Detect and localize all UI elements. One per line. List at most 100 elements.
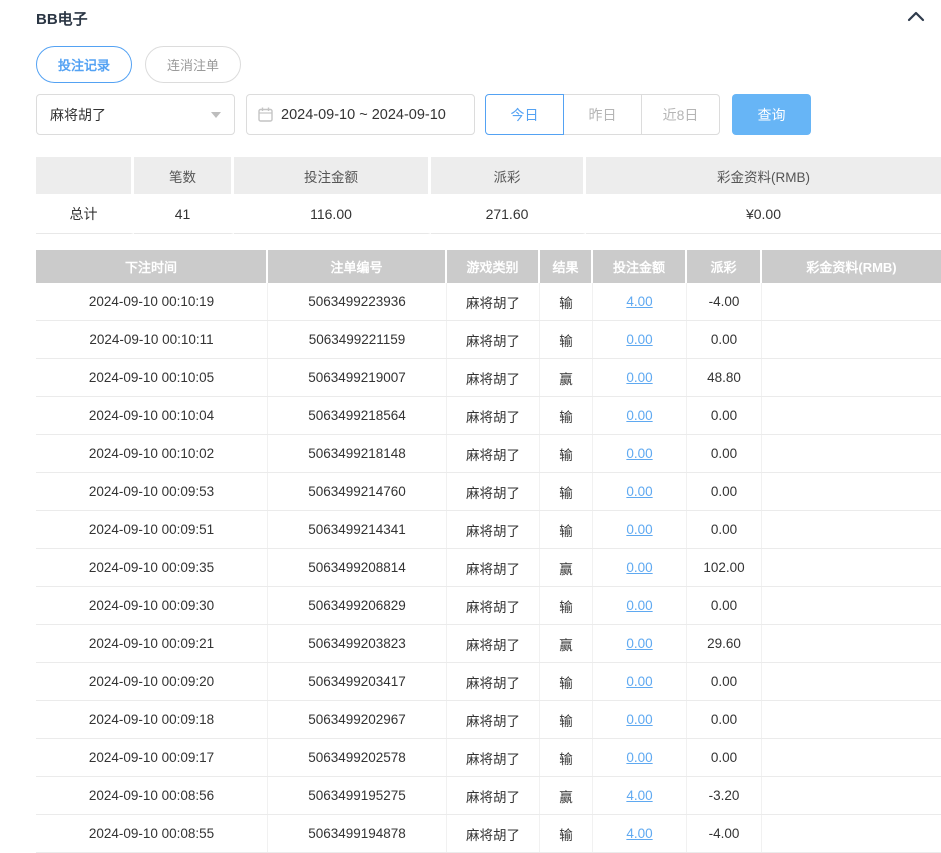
collapse-button[interactable]	[907, 9, 925, 27]
game-type-cell: 麻将胡了	[447, 321, 540, 358]
summary-header-count: 笔数	[134, 157, 234, 194]
bet-amount-link[interactable]: 4.00	[626, 294, 652, 309]
summary-header-bet: 投注金额	[234, 157, 431, 194]
table-row: 2024-09-10 00:10:04 5063499218564 麻将胡了 输…	[36, 397, 941, 435]
chevron-down-icon	[211, 112, 221, 118]
bet-time-cell: 2024-09-10 00:10:02	[36, 435, 268, 472]
order-number-cell: 5063499223936	[268, 283, 447, 320]
summary-total-label: 总计	[36, 194, 134, 234]
quick-range-today[interactable]: 今日	[485, 94, 564, 135]
bet-amount-link[interactable]: 0.00	[626, 332, 652, 347]
bet-time-cell: 2024-09-10 00:09:35	[36, 549, 268, 586]
game-type-cell: 麻将胡了	[447, 663, 540, 700]
payout-cell: 0.00	[687, 397, 762, 434]
game-type-cell: 麻将胡了	[447, 397, 540, 434]
payout-cell: 0.00	[687, 435, 762, 472]
record-tabs: 投注记录 连消注单	[36, 46, 941, 83]
bonus-cell	[762, 473, 941, 510]
records-header-order: 注单编号	[268, 250, 447, 283]
records-header-row: 下注时间 注单编号 游戏类别 结果 投注金额 派彩 彩金资料(RMB)	[36, 250, 941, 283]
result-cell: 输	[540, 663, 593, 700]
bonus-cell	[762, 625, 941, 662]
bet-amount-link[interactable]: 0.00	[626, 560, 652, 575]
bet-amount-link[interactable]: 0.00	[626, 598, 652, 613]
bonus-cell	[762, 549, 941, 586]
order-number-cell: 5063499221159	[268, 321, 447, 358]
game-select[interactable]: 麻将胡了	[36, 94, 235, 135]
bonus-cell	[762, 815, 941, 852]
payout-cell: 0.00	[687, 739, 762, 776]
table-row: 2024-09-10 00:09:35 5063499208814 麻将胡了 赢…	[36, 549, 941, 587]
bet-time-cell: 2024-09-10 00:09:17	[36, 739, 268, 776]
order-number-cell: 5063499218148	[268, 435, 447, 472]
table-row: 2024-09-10 00:10:02 5063499218148 麻将胡了 输…	[36, 435, 941, 473]
bet-amount-link[interactable]: 0.00	[626, 750, 652, 765]
game-type-cell: 麻将胡了	[447, 473, 540, 510]
bonus-cell	[762, 777, 941, 814]
quick-range-yesterday[interactable]: 昨日	[563, 94, 642, 135]
bet-amount-link[interactable]: 4.00	[626, 826, 652, 841]
result-cell: 输	[540, 511, 593, 548]
result-cell: 输	[540, 815, 593, 852]
bonus-cell	[762, 359, 941, 396]
bet-amount-link[interactable]: 0.00	[626, 674, 652, 689]
summary-header-payout: 派彩	[431, 157, 586, 194]
game-type-cell: 麻将胡了	[447, 777, 540, 814]
table-row: 2024-09-10 00:09:53 5063499214760 麻将胡了 输…	[36, 473, 941, 511]
calendar-icon	[258, 107, 273, 122]
records-header-bonus: 彩金资料(RMB)	[762, 250, 941, 283]
quick-range-last8days[interactable]: 近8日	[641, 94, 720, 135]
bonus-cell	[762, 701, 941, 738]
bet-amount-link[interactable]: 0.00	[626, 636, 652, 651]
result-cell: 输	[540, 701, 593, 738]
payout-cell: 0.00	[687, 701, 762, 738]
game-type-cell: 麻将胡了	[447, 739, 540, 776]
bet-time-cell: 2024-09-10 00:10:11	[36, 321, 268, 358]
order-number-cell: 5063499203417	[268, 663, 447, 700]
bet-amount-link[interactable]: 0.00	[626, 522, 652, 537]
bonus-cell	[762, 663, 941, 700]
bet-time-cell: 2024-09-10 00:08:55	[36, 815, 268, 852]
bet-amount-link[interactable]: 0.00	[626, 446, 652, 461]
bet-amount-link[interactable]: 0.00	[626, 370, 652, 385]
table-row: 2024-09-10 00:09:51 5063499214341 麻将胡了 输…	[36, 511, 941, 549]
bet-amount-link[interactable]: 0.00	[626, 408, 652, 423]
game-type-cell: 麻将胡了	[447, 587, 540, 624]
panel-header: BB电子	[36, 0, 941, 28]
order-number-cell: 5063499219007	[268, 359, 447, 396]
bet-time-cell: 2024-09-10 00:10:05	[36, 359, 268, 396]
game-type-cell: 麻将胡了	[447, 283, 540, 320]
bet-amount-link[interactable]: 0.00	[626, 712, 652, 727]
bonus-cell	[762, 511, 941, 548]
tab-cancelled-orders[interactable]: 连消注单	[145, 46, 241, 83]
summary-header-bonus: 彩金资料(RMB)	[586, 157, 941, 194]
table-row: 2024-09-10 00:10:19 5063499223936 麻将胡了 输…	[36, 283, 941, 321]
payout-cell: 0.00	[687, 321, 762, 358]
table-row: 2024-09-10 00:09:17 5063499202578 麻将胡了 输…	[36, 739, 941, 777]
tab-betting-records[interactable]: 投注记录	[36, 46, 132, 83]
quick-range-label: 今日	[511, 105, 539, 125]
bet-amount-link[interactable]: 4.00	[626, 788, 652, 803]
chevron-up-icon	[907, 9, 925, 27]
payout-cell: 0.00	[687, 511, 762, 548]
query-button[interactable]: 查询	[732, 94, 811, 135]
order-number-cell: 5063499208814	[268, 549, 447, 586]
game-type-cell: 麻将胡了	[447, 359, 540, 396]
result-cell: 赢	[540, 359, 593, 396]
result-cell: 赢	[540, 625, 593, 662]
result-cell: 输	[540, 283, 593, 320]
payout-cell: 0.00	[687, 473, 762, 510]
bet-time-cell: 2024-09-10 00:09:30	[36, 587, 268, 624]
order-number-cell: 5063499203823	[268, 625, 447, 662]
game-type-cell: 麻将胡了	[447, 815, 540, 852]
order-number-cell: 5063499202578	[268, 739, 447, 776]
result-cell: 输	[540, 397, 593, 434]
date-range-input[interactable]: 2024-09-10 ~ 2024-09-10	[246, 94, 475, 135]
payout-cell: 48.80	[687, 359, 762, 396]
order-number-cell: 5063499214341	[268, 511, 447, 548]
bet-amount-link[interactable]: 0.00	[626, 484, 652, 499]
bet-time-cell: 2024-09-10 00:10:04	[36, 397, 268, 434]
records-header-game: 游戏类别	[447, 250, 540, 283]
bonus-cell	[762, 283, 941, 320]
game-type-cell: 麻将胡了	[447, 625, 540, 662]
